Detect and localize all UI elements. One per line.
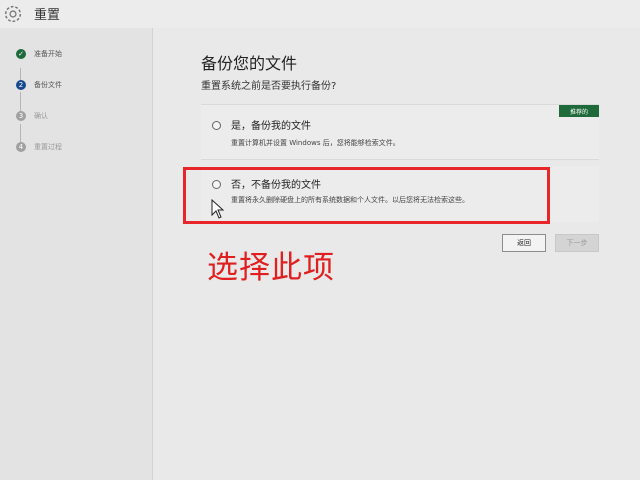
step-reset-process: 4 重置过程: [16, 140, 62, 154]
annotation-text: 选择此项: [207, 250, 335, 286]
step-label: 备份文件: [34, 81, 62, 89]
step-number: 2: [16, 80, 26, 90]
step-prepare: ✓ 准备开始: [16, 47, 62, 61]
option-description: 重置计算机并设置 Windows 后，您将能够检索文件。: [231, 139, 400, 147]
step-number: 3: [16, 111, 26, 121]
back-button[interactable]: 返回: [502, 234, 546, 252]
radio-button[interactable]: [212, 121, 221, 130]
step-label: 准备开始: [34, 50, 62, 58]
check-icon: ✓: [16, 49, 26, 59]
recommended-badge: 推荐的: [559, 105, 599, 117]
step-label: 确认: [34, 112, 48, 120]
steps-sidebar: ✓ 准备开始 2 备份文件 3 确认 4 重置过程: [0, 28, 153, 480]
mouse-cursor-icon: [211, 199, 225, 219]
step-number: 4: [16, 142, 26, 152]
highlight-box: [183, 167, 550, 224]
option-backup-files[interactable]: 是，备份我的文件 重置计算机并设置 Windows 后，您将能够检索文件。 推荐…: [201, 104, 599, 160]
step-confirm: 3 确认: [16, 109, 48, 123]
option-title: 是，备份我的文件: [231, 121, 311, 132]
next-button[interactable]: 下一步: [555, 234, 599, 252]
gear-icon: [4, 5, 22, 23]
app-title: 重置: [34, 8, 61, 23]
main-panel: 备份您的文件 重置系统之前是否要执行备份? 是，备份我的文件 重置计算机并设置 …: [153, 28, 640, 480]
page-title: 备份您的文件: [201, 54, 298, 73]
step-backup: 2 备份文件: [16, 78, 62, 92]
title-bar: 重置: [0, 0, 640, 29]
page-subtitle: 重置系统之前是否要执行备份?: [201, 81, 337, 92]
step-label: 重置过程: [34, 143, 62, 151]
